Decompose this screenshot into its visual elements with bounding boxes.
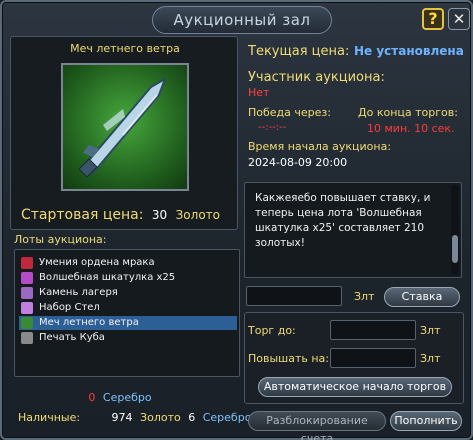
help-icon[interactable]: ? bbox=[422, 8, 444, 30]
start-time-value: 2024-08-09 20:00 bbox=[248, 156, 348, 169]
cash-label: Наличные: bbox=[18, 411, 81, 424]
lot-label: Камень лагеря bbox=[39, 287, 118, 298]
bid-button[interactable]: Ставка bbox=[384, 287, 460, 307]
message-text: Какжеяебо повышает ставку, и теперь цена… bbox=[255, 192, 431, 249]
list-item[interactable]: Камень лагеря bbox=[19, 286, 237, 300]
cash-silver-label: Серебро bbox=[202, 411, 252, 424]
current-price-value: Не установлена bbox=[354, 44, 464, 58]
list-item[interactable]: Набор Стел bbox=[19, 301, 237, 315]
win-value: --:--:-- bbox=[258, 122, 287, 133]
item-preview-panel: Меч летнего ветра Стартовая цена: 30 Зол… bbox=[10, 36, 238, 230]
cash-gold-label: Золото bbox=[140, 411, 181, 424]
casket-icon bbox=[21, 272, 33, 284]
message-scrollbar[interactable] bbox=[451, 185, 459, 275]
stone-icon bbox=[21, 287, 33, 299]
close-icon[interactable]: ✕ bbox=[448, 8, 470, 30]
list-item[interactable]: Печать Куба bbox=[19, 331, 237, 345]
sword-icon bbox=[61, 63, 189, 191]
current-price-label: Текущая цена: bbox=[248, 44, 350, 59]
bid-until-label: Торг до: bbox=[248, 324, 296, 337]
lot-label: Печать Куба bbox=[39, 332, 105, 343]
raise-by-currency: Злт bbox=[420, 352, 441, 365]
cash-silver-value: 6 bbox=[188, 411, 196, 424]
list-item[interactable]: Волшебная шкатулка x25 bbox=[19, 271, 237, 285]
end-value: 10 мин. 10 сек. bbox=[367, 122, 455, 135]
win-label: Победа через: bbox=[248, 106, 331, 119]
lots-list: Умения ордена мрака Волшебная шкатулка x… bbox=[14, 249, 240, 377]
bid-silver: 0 Серебро bbox=[2, 391, 238, 404]
lot-label: Набор Стел bbox=[39, 302, 100, 313]
lots-label: Лоты аукциона: bbox=[14, 233, 107, 246]
lot-label: Волшебная шкатулка x25 bbox=[39, 272, 176, 283]
cube-seal-icon bbox=[21, 332, 33, 344]
lot-label: Умения ордена мрака bbox=[39, 257, 155, 268]
cash-balance: Наличные: 974 Золото 6 Серебро bbox=[18, 411, 251, 424]
cash-gold-value: 974 bbox=[111, 411, 133, 424]
bid-until-currency: Злт bbox=[420, 324, 441, 337]
item-name: Меч летнего ветра bbox=[70, 42, 180, 55]
start-price-label: Стартовая цена: bbox=[21, 207, 144, 223]
scroll-thumb[interactable] bbox=[452, 235, 458, 263]
bid-input[interactable] bbox=[246, 286, 342, 306]
list-item[interactable]: Умения ордена мрака bbox=[19, 256, 237, 270]
start-price: Стартовая цена: 30 Золото bbox=[21, 207, 220, 223]
bid-until-input[interactable] bbox=[330, 320, 416, 340]
red-skill-icon bbox=[21, 257, 33, 269]
top-up-button[interactable]: Пополнить bbox=[390, 411, 462, 431]
auto-bid-button[interactable]: Автоматическое начало торгов bbox=[258, 377, 452, 397]
lot-label: Меч летнего ветра bbox=[39, 317, 139, 328]
end-label: До конца торгов: bbox=[358, 106, 458, 119]
bid-silver-value: 0 bbox=[88, 391, 96, 404]
raise-by-label: Повышать на: bbox=[248, 352, 330, 365]
start-time-label: Время начала аукциона: bbox=[248, 140, 392, 153]
unblock-account-button[interactable]: Разблокирование счета bbox=[248, 411, 386, 440]
bid-silver-label: Серебро bbox=[102, 391, 152, 404]
auction-window: Аукционный зал ? ✕ Меч летнего ветра Ста… bbox=[0, 0, 473, 440]
start-price-value: 30 bbox=[151, 208, 168, 222]
start-price-currency: Золото bbox=[175, 208, 220, 222]
bidder-label: Участник аукциона: bbox=[248, 70, 385, 85]
sword-icon bbox=[21, 317, 33, 329]
message-box: Какжеяебо повышает ставку, и теперь цена… bbox=[244, 182, 462, 278]
window-title: Аукционный зал bbox=[152, 6, 332, 34]
list-item-selected[interactable]: Меч летнего ветра bbox=[19, 316, 237, 330]
raise-by-input[interactable] bbox=[330, 348, 416, 368]
stele-icon bbox=[21, 302, 33, 314]
bidder-value: Нет bbox=[248, 86, 270, 99]
bid-currency: Злт bbox=[354, 290, 375, 303]
